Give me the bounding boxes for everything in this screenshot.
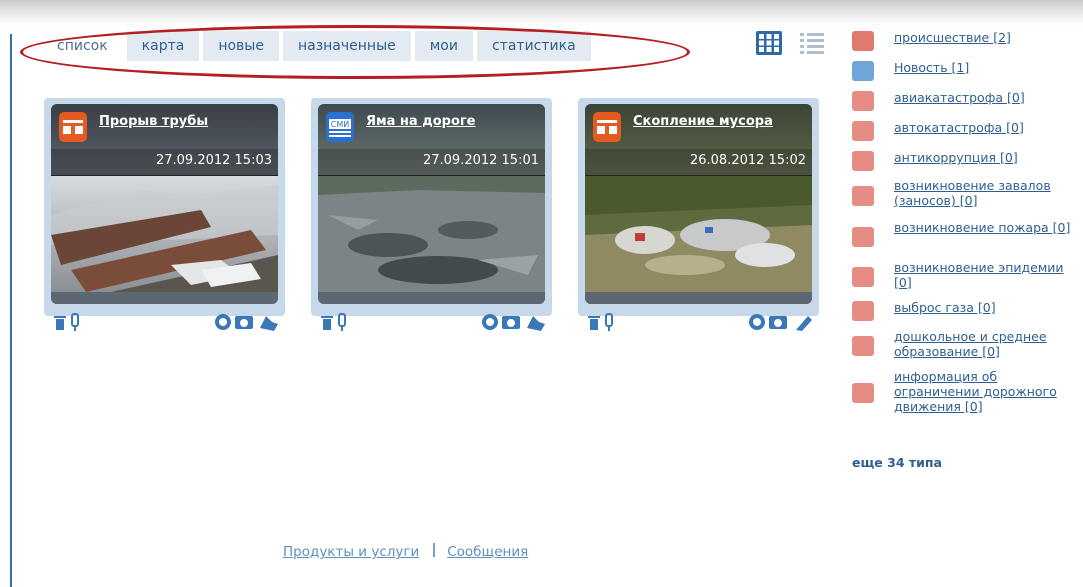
top-shadow: [0, 0, 1083, 26]
snow-icon: [852, 186, 874, 206]
card-image-frame: Прорыв трубы 27.09.2012 15:03: [51, 104, 278, 304]
fire-icon: [852, 227, 874, 247]
left-border: [10, 34, 12, 587]
incident-icon: [593, 112, 621, 142]
messages-link[interactable]: Сообщения: [447, 544, 528, 560]
photo-actions-icon[interactable]: [748, 312, 814, 332]
tab-bar: список карта новые назначенные мои стати…: [42, 31, 591, 61]
incident-card[interactable]: Скопление мусора 26.08.2012 15:02: [578, 98, 819, 331]
photo-pipe-burst[interactable]: [51, 175, 278, 292]
category-link[interactable]: дошкольное и среднее образование [0]: [894, 329, 1077, 359]
category-link[interactable]: возникновение завалов (заносов) [0]: [894, 178, 1077, 208]
trash-pin-icon[interactable]: [52, 312, 88, 332]
category-link[interactable]: автокатастрофа [0]: [894, 120, 1024, 135]
category-link[interactable]: выброс газа [0]: [894, 300, 996, 315]
road-warning-icon: [852, 383, 874, 403]
card-image-frame: СМИ Яма на дороге 27.09.2012 15:01: [318, 104, 545, 304]
photo-garbage-pile[interactable]: [585, 175, 812, 292]
category-link[interactable]: происшествие [2]: [894, 30, 1011, 45]
footer-divider: [433, 543, 436, 557]
category-item[interactable]: информация об ограничении дорожного движ…: [852, 369, 1077, 425]
category-item[interactable]: возникновение пожара [0]: [852, 220, 1077, 260]
category-link[interactable]: авиакатастрофа [0]: [894, 90, 1025, 105]
card-date: 26.08.2012 15:02: [689, 153, 806, 168]
category-link[interactable]: информация об ограничении дорожного движ…: [894, 369, 1077, 414]
category-item[interactable]: происшествие [2]: [852, 30, 1077, 60]
incident-card[interactable]: Прорыв трубы 27.09.2012 15:03: [44, 98, 285, 331]
photo-actions-icon[interactable]: [481, 312, 547, 332]
card-image-frame: Скопление мусора 26.08.2012 15:02: [585, 104, 812, 304]
card-title[interactable]: Яма на дороге: [366, 114, 476, 129]
list-view-icon[interactable]: [800, 32, 824, 54]
card-date: 27.09.2012 15:01: [422, 153, 539, 168]
incident-icon: [852, 31, 874, 51]
tab-statistics[interactable]: статистика: [476, 31, 591, 61]
category-item[interactable]: Новость [1]: [852, 60, 1077, 90]
plane-crash-icon: [852, 91, 874, 111]
biohazard-icon: [852, 267, 874, 287]
tab-list[interactable]: список: [42, 31, 123, 61]
svg-text:СМИ: СМИ: [331, 120, 349, 129]
trash-pin-icon[interactable]: [319, 312, 355, 332]
category-item[interactable]: антикоррупция [0]: [852, 150, 1077, 178]
category-item[interactable]: выброс газа [0]: [852, 300, 1077, 329]
category-item[interactable]: возникновение эпидемии [0]: [852, 260, 1077, 300]
news-icon: [852, 61, 874, 81]
tab-map[interactable]: карта: [126, 31, 200, 61]
category-item[interactable]: автокатастрофа [0]: [852, 120, 1077, 150]
education-icon: [852, 336, 874, 356]
hammer-icon: [852, 151, 874, 171]
category-item[interactable]: авиакатастрофа [0]: [852, 90, 1077, 120]
more-types-link[interactable]: еще 34 типа: [852, 455, 942, 470]
footer: Продукты и услуги Сообщения: [283, 543, 528, 560]
tab-assigned[interactable]: назначенные: [282, 31, 411, 61]
gas-icon: [852, 301, 874, 321]
tab-new[interactable]: новые: [203, 31, 279, 61]
products-link[interactable]: Продукты и услуги: [283, 544, 419, 560]
photo-actions-icon[interactable]: [214, 312, 280, 332]
incident-card[interactable]: СМИ Яма на дороге 27.09.2012 15:01: [311, 98, 552, 331]
category-item[interactable]: возникновение завалов (заносов) [0]: [852, 178, 1077, 220]
card-date: 27.09.2012 15:03: [155, 153, 272, 168]
photo-road-pothole[interactable]: [318, 175, 545, 292]
incident-icon: [59, 112, 87, 142]
car-crash-icon: [852, 121, 874, 141]
trash-pin-icon[interactable]: [586, 312, 622, 332]
category-link[interactable]: антикоррупция [0]: [894, 150, 1018, 165]
grid-view-icon[interactable]: [756, 31, 782, 55]
category-link[interactable]: возникновение пожара [0]: [894, 220, 1070, 235]
category-link[interactable]: Новость [1]: [894, 60, 969, 75]
card-title[interactable]: Скопление мусора: [633, 114, 773, 129]
card-title[interactable]: Прорыв трубы: [99, 114, 208, 129]
tab-mine[interactable]: мои: [414, 31, 473, 61]
smi-news-icon: СМИ: [326, 112, 354, 142]
category-item[interactable]: дошкольное и среднее образование [0]: [852, 329, 1077, 369]
category-list: происшествие [2] Новость [1] авиакатастр…: [852, 30, 1077, 425]
category-link[interactable]: возникновение эпидемии [0]: [894, 260, 1077, 290]
